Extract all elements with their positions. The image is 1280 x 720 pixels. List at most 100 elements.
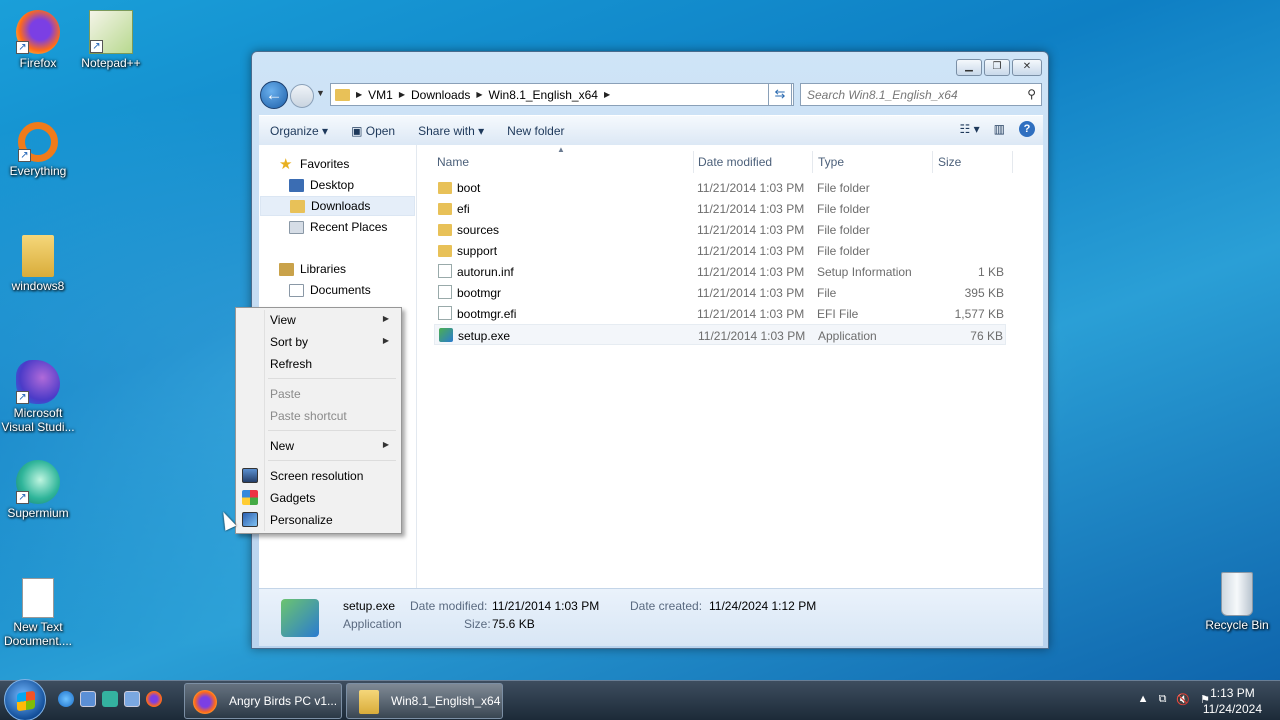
desktop-icon-label-line1: Microsoft	[13, 406, 63, 420]
nav-documents[interactable]: Documents	[289, 280, 371, 300]
menu-item-screen-resolution[interactable]: Screen resolution	[238, 465, 399, 487]
nav-favorites[interactable]: ★ Favorites	[279, 154, 349, 174]
column-header-date[interactable]: Date modified	[698, 155, 772, 169]
preview-pane-icon[interactable]: ▥	[994, 122, 1005, 136]
help-icon[interactable]: ?	[1019, 121, 1035, 137]
volume-muted-icon[interactable]: 🔇	[1176, 693, 1190, 706]
desktop-icon-windows8-folder[interactable]: windows8	[0, 235, 76, 293]
file-icon	[438, 285, 452, 299]
address-bar[interactable]: ▶ VM1 ▶ Downloads ▶ Win8.1_English_x64 ▶…	[330, 83, 794, 106]
nav-downloads[interactable]: Downloads	[260, 196, 415, 216]
desktop-icon-label-line2: Visual Studi...	[1, 420, 75, 434]
menu-item-personalize[interactable]: Personalize	[238, 509, 399, 531]
taskbar-item-explorer[interactable]: Win8.1_English_x64	[346, 683, 503, 719]
file-name: bootmgr	[457, 286, 502, 300]
file-row-selected[interactable]: setup.exe 11/21/2014 1:03 PM Application…	[434, 324, 1006, 345]
desktop-icon-recycle-bin[interactable]: Recycle Bin	[1199, 572, 1275, 632]
share-with-button[interactable]: Share with ▾	[418, 124, 484, 138]
back-button[interactable]: ←	[260, 81, 288, 109]
submenu-arrow-icon: ▶	[382, 314, 389, 323]
file-row[interactable]: sources 11/21/2014 1:03 PM File folder	[434, 219, 1006, 240]
menu-item-refresh[interactable]: Refresh	[238, 353, 399, 375]
clock-time: 1:13 PM	[1210, 686, 1255, 700]
desktop-icon-visual-studio[interactable]: ↗ Microsoft Visual Studi...	[0, 360, 76, 434]
details-date-modified-label: Date modified:	[410, 599, 488, 613]
desktop-icon-new-text-document[interactable]: New Text Document....	[0, 578, 76, 648]
file-date: 11/21/2014 1:03 PM	[698, 329, 806, 343]
menu-item-paste: Paste	[270, 387, 301, 401]
file-row[interactable]: bootmgr.efi 11/21/2014 1:03 PM EFI File …	[434, 303, 1006, 324]
views-icon[interactable]: ☷ ▾	[960, 122, 980, 136]
desktop-context-menu: View ▶ Sort by ▶ Refresh Paste Paste short…	[235, 307, 402, 534]
documents-icon	[289, 283, 304, 297]
folder-icon	[335, 88, 350, 101]
network-icon[interactable]: ⧉	[1159, 693, 1167, 706]
details-pane: setup.exe Application Date modified: 11/…	[259, 588, 1043, 646]
file-type: EFI File	[817, 307, 859, 321]
file-row[interactable]: support 11/21/2014 1:03 PM File folder	[434, 240, 1006, 261]
refresh-button[interactable]: ⇆	[768, 83, 792, 106]
desktop-icon-notepadpp[interactable]: ↗ Notepad++	[73, 10, 149, 70]
new-folder-button[interactable]: New folder	[507, 124, 564, 138]
start-button[interactable]	[4, 679, 46, 720]
desktop-icon-firefox[interactable]: ↗ Firefox	[0, 10, 76, 70]
details-date-created-label: Date created:	[630, 599, 703, 613]
internet-explorer-icon[interactable]	[58, 691, 74, 707]
desktop-icon-everything[interactable]: ↗ Everything	[0, 122, 76, 178]
firefox-quicklaunch-icon[interactable]	[146, 691, 162, 707]
breadcrumb-win81[interactable]: Win8.1_English_x64	[489, 88, 598, 102]
recent-pages-dropdown[interactable]: ▼	[316, 88, 325, 98]
column-header-size[interactable]: Size	[938, 155, 961, 169]
menu-item-new[interactable]: New ▶	[238, 435, 399, 457]
open-button[interactable]: ▣ Open	[351, 124, 395, 138]
taskbar-item-angry-birds[interactable]: Angry Birds PC v1...	[184, 683, 342, 719]
desktop-icon-supermium[interactable]: ↗ Supermium	[0, 460, 76, 520]
file-type: File	[817, 286, 837, 300]
nav-label: Recent Places	[310, 220, 388, 234]
menu-item-gadgets[interactable]: Gadgets	[238, 487, 399, 509]
monitor-icon	[242, 468, 258, 483]
details-date-created: 11/24/2024 1:12 PM	[709, 599, 817, 613]
recent-places-icon	[289, 220, 304, 234]
search-input[interactable]: Search Win8.1_English_x64 ⚲	[800, 83, 1042, 106]
submenu-arrow-icon: ▶	[382, 440, 389, 449]
column-divider	[693, 151, 694, 173]
forward-button[interactable]	[290, 84, 314, 108]
minimize-button[interactable]: ▁	[956, 59, 982, 76]
file-row[interactable]: bootmgr 11/21/2014 1:03 PM File 395 KB	[434, 282, 1006, 303]
nav-desktop[interactable]: Desktop	[289, 175, 354, 195]
menu-item-sort-by[interactable]: Sort by ▶	[238, 331, 399, 353]
menu-item-paste-shortcut: Paste shortcut	[270, 409, 347, 423]
organize-button[interactable]: Organize ▾	[270, 124, 328, 138]
nav-libraries[interactable]: Libraries	[279, 259, 346, 279]
file-date: 11/21/2014 1:03 PM	[697, 223, 805, 237]
taskbar-item-label: Angry Birds PC v1...	[229, 694, 338, 708]
breadcrumb-downloads[interactable]: Downloads	[411, 88, 470, 102]
file-row[interactable]: efi 11/21/2014 1:03 PM File folder	[434, 198, 1006, 219]
desktop-icon-label: Firefox	[19, 56, 57, 70]
caption-buttons: ▁ ❐ ✕	[956, 59, 1042, 76]
menu-item-view[interactable]: View ▶	[238, 309, 399, 331]
switch-windows-icon[interactable]	[102, 691, 118, 707]
clock[interactable]: 1:13 PM 11/24/2024	[1203, 685, 1262, 717]
explorer-quicklaunch-icon[interactable]	[124, 691, 140, 707]
folder-icon	[359, 690, 379, 714]
file-name: bootmgr.efi	[457, 307, 517, 321]
file-row[interactable]: autorun.inf 11/21/2014 1:03 PM Setup Inf…	[434, 261, 1006, 282]
desktop-icon	[289, 178, 304, 192]
nav-recent-places[interactable]: Recent Places	[289, 217, 387, 237]
file-row[interactable]: boot 11/21/2014 1:03 PM File folder	[434, 177, 1006, 198]
column-header-type[interactable]: Type	[818, 155, 844, 169]
close-button[interactable]: ✕	[1012, 59, 1042, 76]
file-name: efi	[457, 202, 470, 216]
show-desktop-icon[interactable]	[80, 691, 96, 707]
show-hidden-icons-icon[interactable]: ▲	[1138, 693, 1149, 706]
file-size: 1,577 KB	[954, 307, 1004, 321]
setup-exe-icon	[439, 328, 453, 342]
folder-icon	[438, 224, 452, 236]
maximize-button[interactable]: ❐	[984, 59, 1010, 76]
column-divider	[932, 151, 933, 173]
column-header-name[interactable]: Name	[437, 155, 469, 169]
breadcrumb-vm1[interactable]: VM1	[368, 88, 393, 102]
folder-icon	[438, 182, 452, 194]
